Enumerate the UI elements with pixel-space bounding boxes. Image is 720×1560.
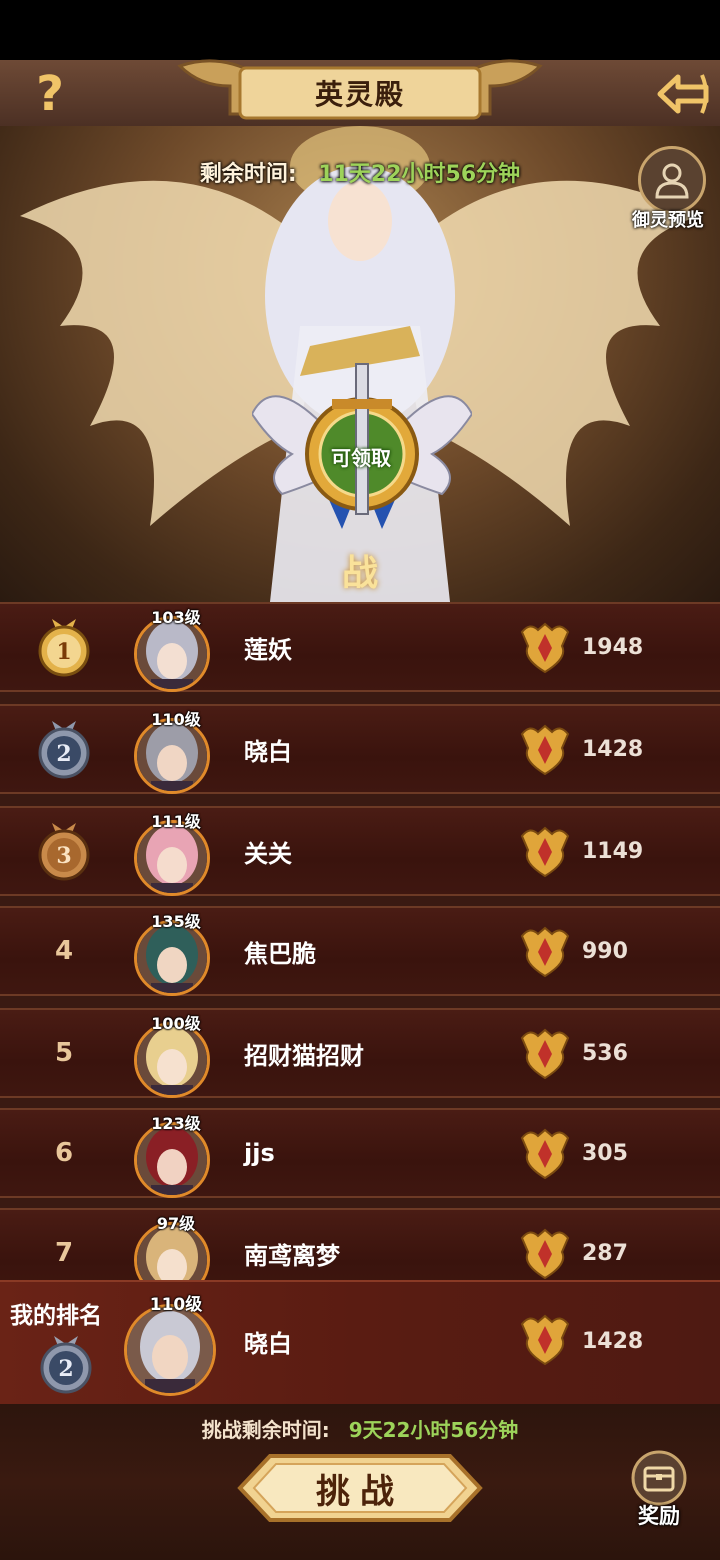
- score-value: 536: [582, 1040, 628, 1066]
- table-row[interactable]: 3 111级关关 1149: [0, 806, 720, 896]
- rank-number: 2: [26, 706, 102, 792]
- rank-badge-icon: 3: [38, 823, 90, 881]
- score-value: 1428: [582, 1328, 644, 1354]
- rank-badge-icon: 2: [38, 721, 90, 779]
- player-avatar[interactable]: 110级: [134, 710, 210, 794]
- table-row[interactable]: 5 100级招财猫招财 536: [0, 1008, 720, 1098]
- trophy-icon: [520, 1228, 570, 1280]
- footer: 挑战剩余时间: 9天22小时56分钟 挑战 奖励: [0, 1404, 720, 1560]
- level-tag: 135级: [151, 912, 201, 931]
- level-tag: 110级: [151, 710, 201, 729]
- reward-label: 奖励: [638, 1504, 680, 1528]
- trophy-icon: [520, 926, 570, 978]
- challenge-remaining-time: 挑战剩余时间: 9天22小时56分钟: [0, 1414, 720, 1443]
- claimable-label: 可领取: [331, 446, 391, 470]
- score-value: 990: [582, 938, 628, 964]
- question-mark-icon: ?: [36, 66, 64, 122]
- rank-badge-silver: 2: [40, 1336, 92, 1394]
- score-value: 1149: [582, 838, 644, 864]
- rank-number: 1: [26, 604, 102, 690]
- player-name: 关关: [244, 839, 292, 868]
- player-name: 莲妖: [244, 635, 292, 664]
- player-avatar[interactable]: 103级: [134, 608, 210, 692]
- remaining-time-value: 11天22小时56分钟: [318, 162, 521, 187]
- score-value: 1428: [582, 736, 644, 762]
- spirit-preview-button[interactable]: 御灵预览: [616, 146, 712, 236]
- table-row[interactable]: 6 123级 jjs 305: [0, 1108, 720, 1198]
- my-rank-number: 2: [58, 1356, 73, 1382]
- player-name: 招财猫招财: [244, 1041, 364, 1070]
- page-title: 英灵殿: [314, 78, 405, 111]
- rank-number-text: 1: [56, 639, 71, 665]
- player-avatar[interactable]: 100级: [134, 1014, 210, 1098]
- back-arrow-icon: [657, 74, 709, 114]
- level-tag: 100级: [151, 1014, 201, 1033]
- level-tag: 111级: [151, 812, 201, 831]
- person-icon: [655, 163, 689, 199]
- player-avatar[interactable]: 135级: [134, 912, 210, 996]
- preview-circle: [638, 146, 706, 214]
- player-name: 晓白: [244, 737, 292, 766]
- rank-number: 4: [54, 936, 74, 966]
- level-tag: 103级: [151, 608, 201, 627]
- rank-number-text: 2: [56, 741, 71, 767]
- app-root: ? 英灵殿 剩余时间: 11天22小时56分钟 御灵预览 可领取 战 1 103…: [0, 0, 720, 1560]
- rank-number: 5: [54, 1038, 74, 1068]
- trophy-icon: [520, 1128, 570, 1180]
- rank-badge-icon: 1: [38, 619, 90, 677]
- rank-number: 6: [54, 1138, 74, 1168]
- player-name: jjs: [244, 1139, 275, 1167]
- battle-order-label: 战令: [341, 553, 428, 594]
- player-avatar[interactable]: 123级: [134, 1114, 210, 1198]
- level-tag: 97级: [156, 1214, 196, 1233]
- my-rank-label: 我的排名: [10, 1303, 102, 1329]
- chest-icon: [631, 1450, 687, 1506]
- leaderboard-list[interactable]: 1 103级莲妖 1948 2 110级晓白 1428 3 111级关关 1149 4 135级焦巴…: [0, 602, 720, 1298]
- trophy-icon: [520, 1314, 570, 1366]
- trophy-icon: [520, 724, 570, 776]
- rank-number: 3: [26, 808, 102, 894]
- table-row[interactable]: 1 103级莲妖 1948: [0, 602, 720, 692]
- challenge-timer-value: 9天22小时56分钟: [348, 1418, 519, 1442]
- table-row[interactable]: 2 110级晓白 1428: [0, 704, 720, 794]
- top-bar: ? 英灵殿: [0, 59, 720, 128]
- level-tag: 110级: [149, 1295, 203, 1315]
- score-value: 305: [582, 1140, 628, 1166]
- my-rank-row: 我的排名 2 110级 晓白 1428: [0, 1280, 720, 1406]
- trophy-icon: [520, 622, 570, 674]
- hero-banner: 剩余时间: 11天22小时56分钟 御灵预览 可领取 战: [0, 126, 720, 602]
- table-row[interactable]: 4 135级焦巴脆 990: [0, 906, 720, 996]
- help-button[interactable]: ?: [22, 66, 78, 122]
- remaining-time: 剩余时间: 11天22小时56分钟: [0, 156, 720, 188]
- back-button[interactable]: [656, 66, 712, 122]
- spirit-preview-label: 御灵预览: [632, 210, 704, 231]
- my-avatar[interactable]: 110级: [124, 1295, 216, 1396]
- rank-number-text: 3: [56, 843, 71, 869]
- score-value: 1948: [582, 634, 644, 660]
- player-name: 焦巴脆: [244, 939, 316, 968]
- trophy-icon: [520, 826, 570, 878]
- remaining-time-label: 剩余时间:: [199, 162, 297, 187]
- player-avatar[interactable]: 111级: [134, 812, 210, 896]
- challenge-timer-label: 挑战剩余时间:: [201, 1418, 330, 1442]
- challenge-button[interactable]: 挑战: [236, 1452, 484, 1524]
- avatar: [124, 1304, 216, 1396]
- player-name: 晓白: [244, 1329, 292, 1358]
- reward-button[interactable]: 奖励: [624, 1450, 694, 1540]
- trophy-icon: [520, 1028, 570, 1080]
- level-tag: 123级: [151, 1114, 201, 1133]
